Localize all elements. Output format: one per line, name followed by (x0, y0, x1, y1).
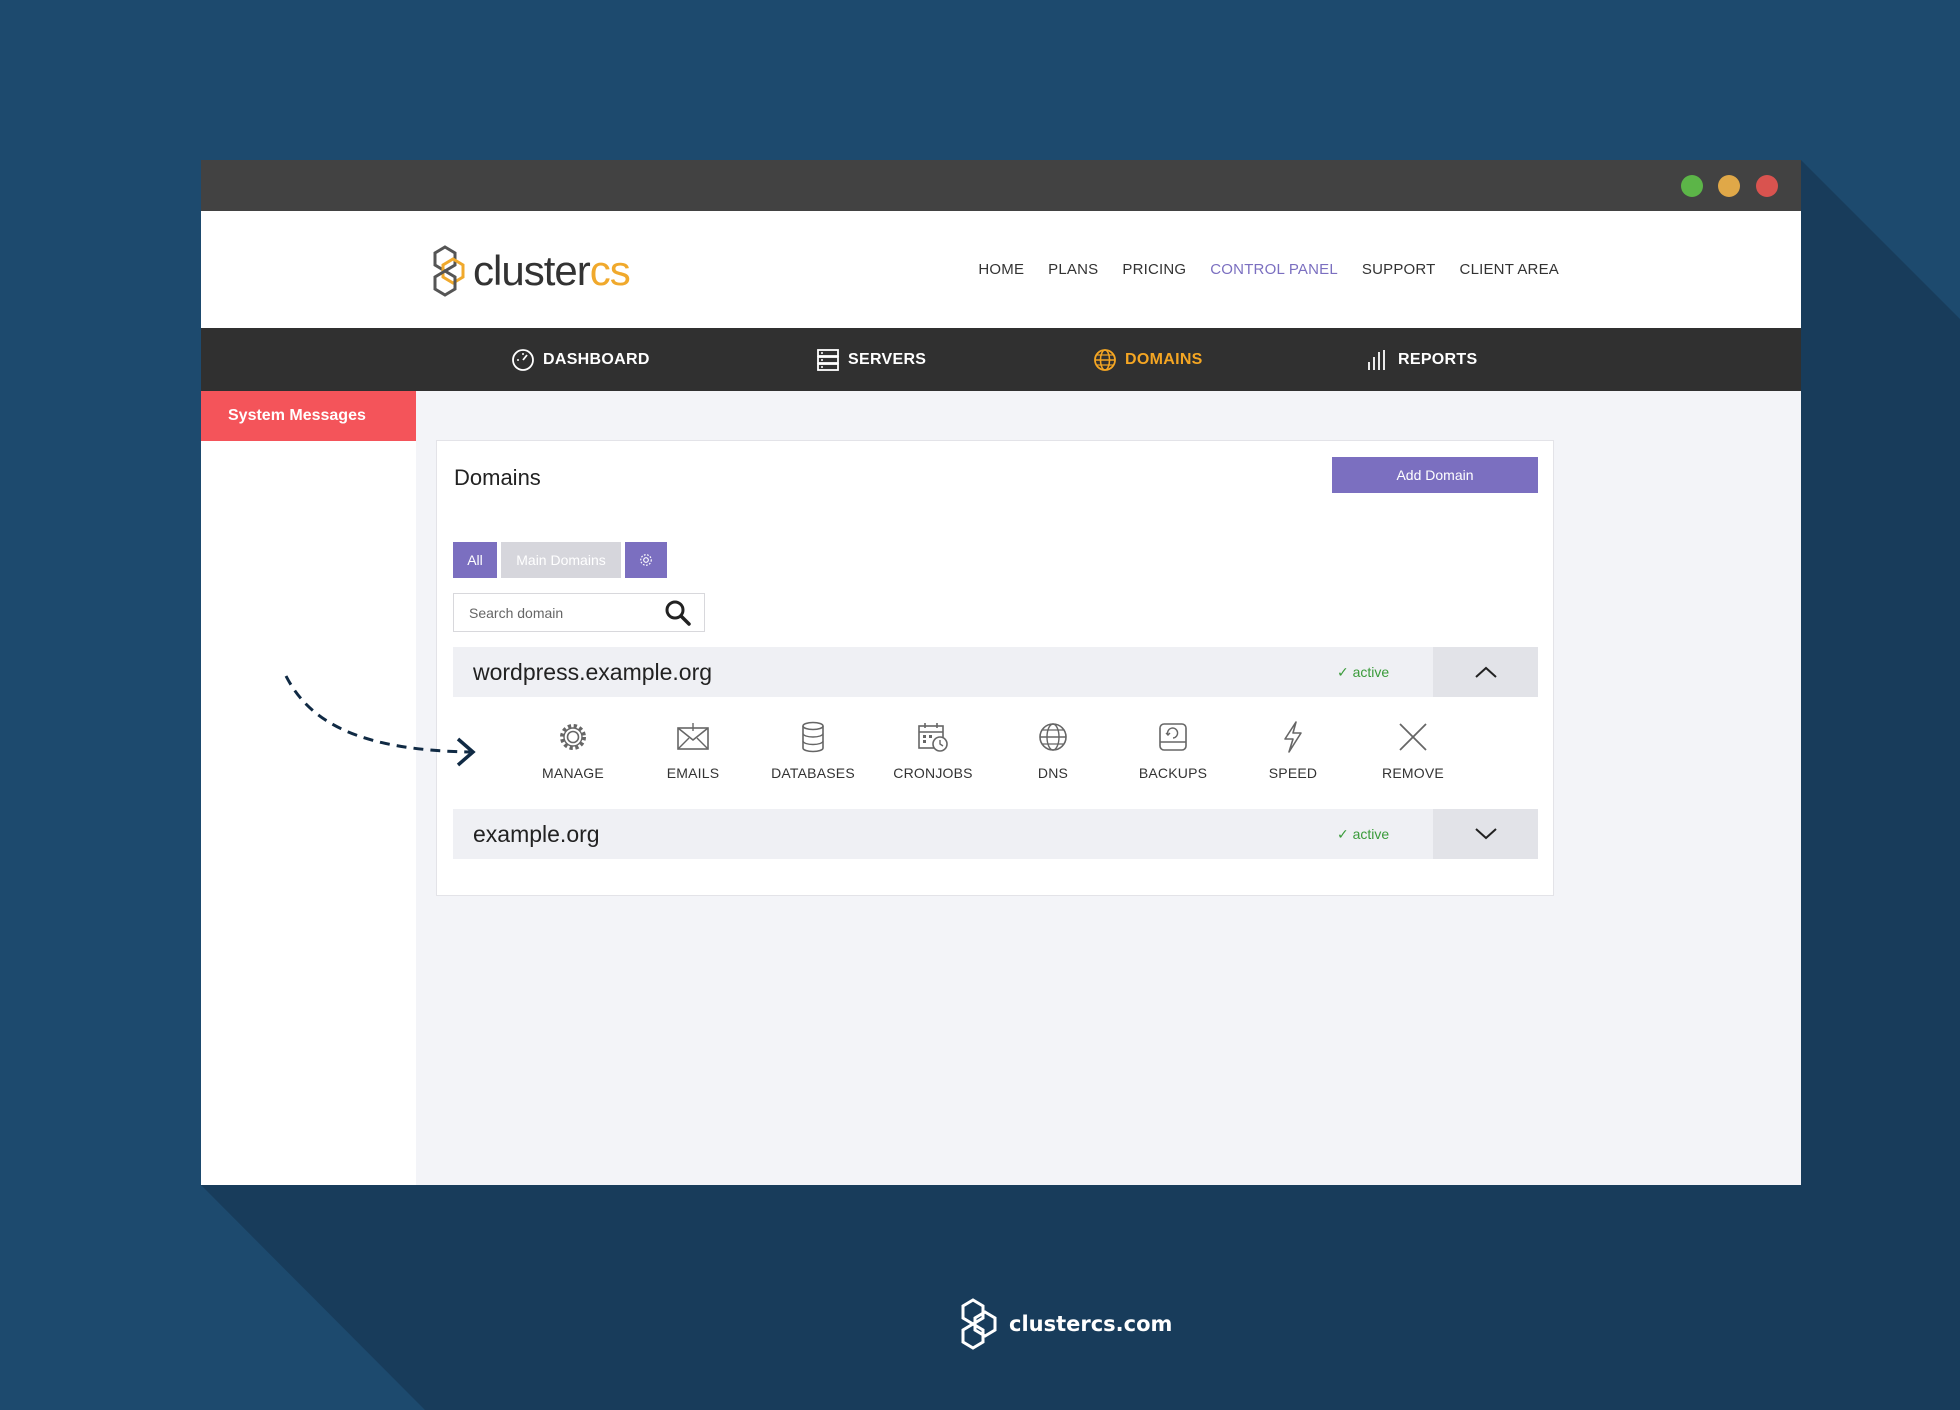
action-emails[interactable]: EMAILS (633, 717, 753, 799)
gear-icon (640, 554, 652, 566)
main-nav: DASHBOARD SERVERS DOMAINS REPORTS (201, 328, 1801, 391)
domains-card: Domains Add Domain All Main Domains word… (436, 440, 1554, 896)
nav-pricing[interactable]: PRICING (1122, 261, 1186, 278)
filter-main-domains[interactable]: Main Domains (501, 542, 621, 578)
search-icon[interactable] (663, 598, 693, 628)
tab-domains[interactable]: DOMAINS (1093, 328, 1203, 391)
nav-control-panel[interactable]: CONTROL PANEL (1210, 261, 1338, 278)
backup-icon (1159, 723, 1187, 751)
chevron-down-icon (1474, 828, 1497, 840)
nav-client-area[interactable]: CLIENT AREA (1460, 261, 1559, 278)
filter-all[interactable]: All (453, 542, 497, 578)
chevron-up-icon (1474, 666, 1497, 678)
action-speed[interactable]: SPEED (1233, 717, 1353, 799)
top-nav: HOME PLANS PRICING CONTROL PANEL SUPPORT… (954, 211, 1559, 328)
site-header: clustercs HOME PLANS PRICING CONTROL PAN… (201, 211, 1801, 328)
servers-icon (817, 348, 839, 371)
nav-home[interactable]: HOME (978, 261, 1024, 278)
dashboard-icon (512, 348, 534, 371)
email-icon (677, 723, 709, 750)
action-backups[interactable]: BACKUPS (1113, 717, 1233, 799)
database-icon (802, 721, 824, 753)
search-input[interactable] (454, 594, 654, 631)
domain-row[interactable]: wordpress.example.org ✓ active (453, 647, 1538, 697)
add-domain-button[interactable]: Add Domain (1332, 457, 1538, 493)
domain-filters: All Main Domains (453, 542, 671, 578)
tab-reports[interactable]: REPORTS (1366, 328, 1477, 391)
domain-name[interactable]: wordpress.example.org (473, 647, 712, 697)
globe-icon (1039, 723, 1067, 751)
footer-domain[interactable]: clustercs.com (1009, 1312, 1172, 1336)
action-databases[interactable]: DATABASES (753, 717, 873, 799)
action-label: DNS (1037, 765, 1069, 781)
collapse-button[interactable] (1433, 647, 1538, 697)
action-remove[interactable]: REMOVE (1353, 717, 1473, 799)
search-box (453, 593, 705, 632)
logo-text: clustercs (473, 247, 631, 294)
close-button[interactable] (1756, 175, 1778, 197)
status-badge: ✓ active (1337, 663, 1390, 680)
action-label: CRONJOBS (893, 765, 973, 781)
footer-brand: clustercs.com (955, 1297, 1172, 1351)
domain-name[interactable]: example.org (473, 809, 600, 859)
hexagon-logo-icon (433, 245, 465, 297)
action-label: DATABASES (771, 765, 855, 781)
hexagon-logo-icon (961, 1298, 997, 1350)
title-bar (201, 160, 1801, 211)
page-title: Domains (454, 465, 541, 490)
tab-reports-label: REPORTS (1398, 350, 1478, 368)
nav-support[interactable]: SUPPORT (1362, 261, 1436, 278)
close-icon (1399, 723, 1427, 751)
domain-row[interactable]: example.org ✓ active (453, 809, 1538, 859)
system-messages-button[interactable]: System Messages (201, 391, 416, 441)
filter-settings-button[interactable] (625, 542, 667, 578)
globe-icon (1094, 348, 1116, 371)
nav-plans[interactable]: PLANS (1048, 261, 1098, 278)
action-dns[interactable]: DNS (993, 717, 1113, 799)
action-label: MANAGE (542, 765, 604, 781)
minimize-button[interactable] (1718, 175, 1740, 197)
action-manage[interactable]: MANAGE (513, 717, 633, 799)
action-label: EMAILS (666, 765, 720, 781)
maximize-button[interactable] (1681, 175, 1703, 197)
action-label: SPEED (1268, 765, 1318, 781)
action-label: REMOVE (1382, 765, 1444, 781)
tab-servers[interactable]: SERVERS (816, 328, 926, 391)
dashed-arrow-annotation (284, 675, 476, 767)
tab-domains-label: DOMAINS (1125, 350, 1203, 368)
lightning-icon (1284, 721, 1302, 753)
clustercs-logo[interactable]: clustercs (431, 241, 631, 301)
calendar-clock-icon (918, 723, 948, 752)
sidebar: System Messages (201, 391, 416, 1185)
action-cronjobs[interactable]: CRONJOBS (873, 717, 993, 799)
domain-actions: MANAGE EMAILS DATABASES CRONJOBS DNS BAC… (513, 717, 1473, 799)
gear-icon (560, 724, 586, 750)
tab-servers-label: SERVERS (848, 350, 927, 368)
tab-dashboard-label: DASHBOARD (543, 350, 650, 368)
status-badge: ✓ active (1337, 825, 1390, 842)
tab-dashboard[interactable]: DASHBOARD (511, 328, 650, 391)
bar-chart-icon (1368, 349, 1385, 370)
action-label: BACKUPS (1138, 765, 1208, 781)
expand-button[interactable] (1433, 809, 1538, 859)
